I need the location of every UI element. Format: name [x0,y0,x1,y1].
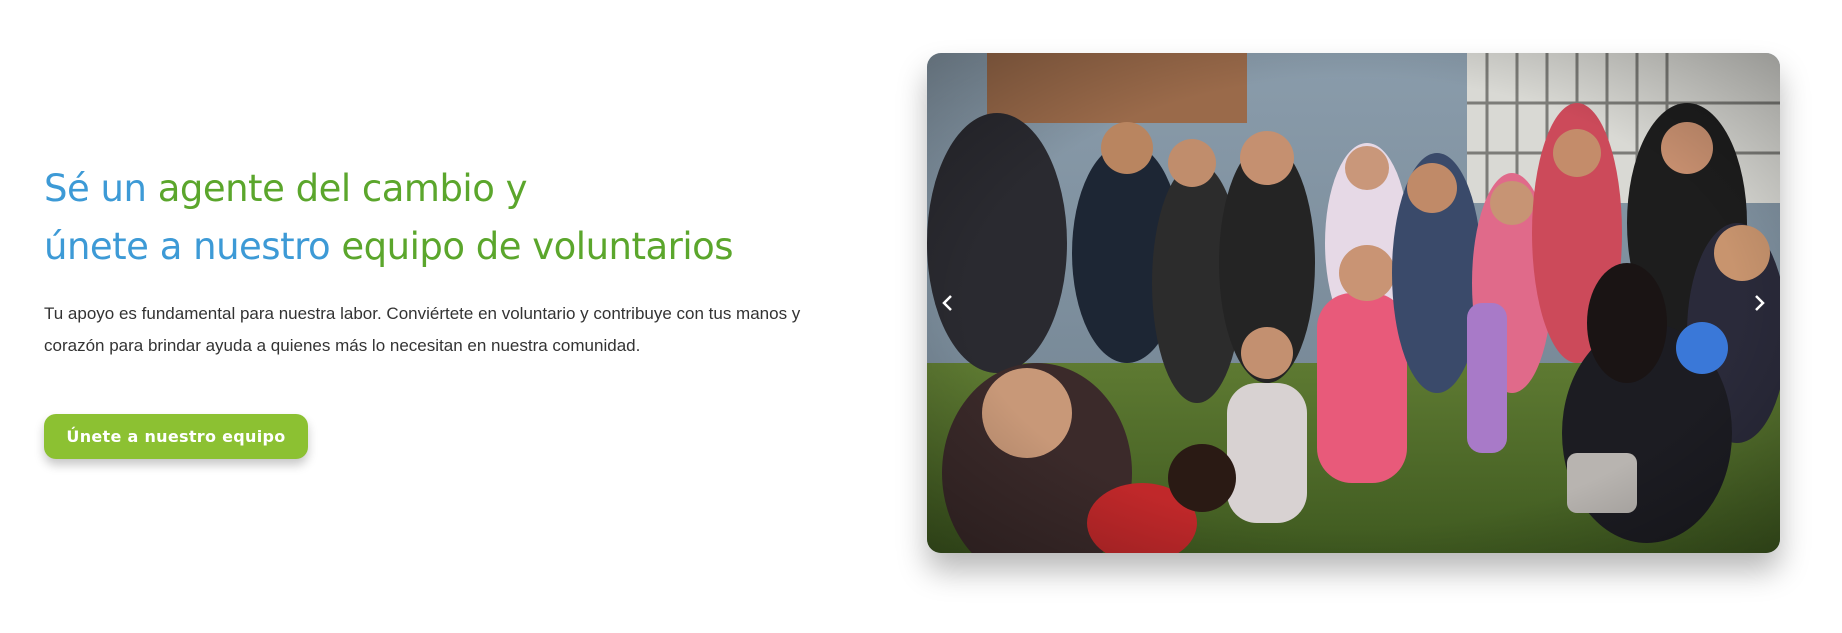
section-description: Tu apoyo es fundamental para nuestra lab… [44,298,824,362]
image-carousel [927,53,1780,553]
carousel-prev-button[interactable] [933,285,963,321]
volunteers-event-photo [927,53,1780,553]
volunteer-section: Sé un agente del cambio y únete a nuestr… [0,0,1842,633]
headline-line2-green: equipo de voluntarios [341,225,734,268]
headline-line1-green: agente del cambio y [157,167,528,210]
description-line-2: corazón para brindar ayuda a quienes más… [44,336,641,355]
headline-line1-blue: Sé un [44,167,158,210]
headline-line2-blue: únete a nuestro [44,225,342,268]
chevron-right-icon [1755,295,1765,311]
join-team-button[interactable]: Únete a nuestro equipo [44,414,308,459]
chevron-left-icon [942,295,952,311]
section-headline: Sé un agente del cambio y únete a nuestr… [44,160,844,276]
volunteer-text-block: Sé un agente del cambio y únete a nuestr… [44,160,844,459]
description-line-1: Tu apoyo es fundamental para nuestra lab… [44,304,801,323]
carousel-next-button[interactable] [1744,285,1774,321]
